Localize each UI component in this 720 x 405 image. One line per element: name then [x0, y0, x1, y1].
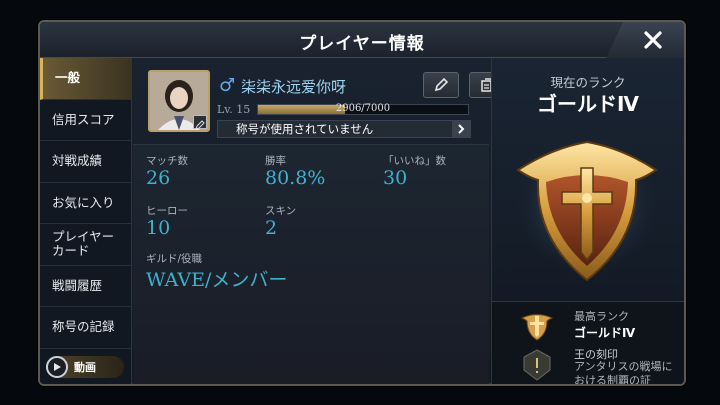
rank-details: 最高ランク ゴールドⅣ 王の刻印 アンタリスの戦場における制覇の証: [492, 301, 684, 386]
close-icon: [644, 31, 662, 49]
likes-value: 30: [383, 167, 408, 189]
sidebar-item-battle-stats[interactable]: 対戦成績: [40, 141, 131, 183]
edit-name-button[interactable]: [423, 72, 459, 98]
match-count-value: 26: [146, 167, 171, 189]
sidebar-item-battle-history[interactable]: 戦闘履歴: [40, 266, 131, 307]
title-bar: プレイヤー情報: [40, 22, 684, 58]
xp-bar: 2906/7000: [257, 103, 469, 115]
rank-panel: 現在のランク ゴールドⅣ 最高ランク ゴールドⅣ 王の刻印 アンタリスの戦場にお…: [491, 58, 684, 386]
skin-label: スキン: [265, 205, 297, 217]
video-button[interactable]: 動画: [46, 356, 124, 378]
winrate-value: 80.8%: [265, 167, 326, 189]
play-icon: [46, 356, 68, 378]
sidebar-item-player-card[interactable]: プレイヤーカード: [40, 224, 131, 266]
title-text: 称号が使用されていません: [236, 122, 374, 136]
seal-description: アンタリスの戦場における制覇の証: [574, 360, 673, 386]
avatar-edit-icon[interactable]: [193, 115, 207, 130]
mini-rank-icon: [520, 314, 554, 341]
sidebar-item-label: 対戦成績: [52, 153, 103, 169]
hero-label: ヒーロー: [146, 205, 188, 217]
sidebar-item-label: 称号の記録: [52, 319, 115, 335]
window-title: プレイヤー情報: [299, 34, 425, 54]
chevron-right-icon: [452, 120, 470, 138]
player-main-panel: ♂ 柒柒永远爱你呀 Lv. 15 2906/7000 称号が使用されていません: [133, 58, 505, 384]
sidebar-item-credit-score[interactable]: 信用スコア: [40, 100, 131, 141]
gold-rank-emblem: [515, 132, 659, 282]
sidebar-item-label: プレイヤーカード: [52, 229, 115, 259]
sidebar-item-title-records[interactable]: 称号の記録: [40, 307, 131, 349]
skin-value: 2: [265, 217, 278, 239]
level-label: Lv. 15: [217, 103, 251, 116]
guild-label: ギルド/役職: [146, 253, 203, 265]
match-count-label: マッチ数: [146, 155, 188, 167]
close-button[interactable]: [606, 22, 684, 58]
gender-icon: ♂: [219, 75, 236, 96]
player-info-window: プレイヤー情報 一般 信用スコア 対戦成績 お気に入り プレイヤーカード 戦闘履…: [38, 20, 686, 386]
likes-label: 「いいね」数: [383, 155, 446, 167]
title-selector[interactable]: 称号が使用されていません: [217, 120, 471, 138]
sidebar-item-label: 戦闘履歴: [52, 277, 103, 293]
video-label: 動画: [74, 361, 96, 374]
avatar[interactable]: [148, 70, 210, 132]
highest-rank-label: 最高ランク: [574, 310, 629, 323]
xp-text: 2906/7000: [335, 103, 391, 114]
stats-panel: マッチ数 26 勝率 80.8% 「いいね」数 30 ヒーロー 10 スキン 2…: [133, 144, 489, 384]
sidebar-item-general[interactable]: 一般: [40, 58, 131, 100]
guild-value: WAVE/メンバー: [146, 269, 288, 291]
current-rank-name: ゴールドⅣ: [537, 92, 639, 116]
sidebar-item-label: お気に入り: [52, 194, 115, 210]
winrate-label: 勝率: [265, 155, 286, 167]
pencil-icon: [434, 77, 449, 92]
hero-value: 10: [146, 217, 171, 239]
seal-icon: [523, 349, 551, 381]
player-name: 柒柒永远爱你呀: [241, 78, 347, 96]
sidebar-item-favorites[interactable]: お気に入り: [40, 183, 131, 224]
sidebar: 一般 信用スコア 対戦成績 お気に入り プレイヤーカード 戦闘履歴 称号の記録 …: [40, 58, 132, 384]
sidebar-item-label: 一般: [55, 70, 81, 86]
sidebar-item-label: 信用スコア: [52, 111, 115, 127]
highest-rank-value: ゴールドⅣ: [574, 326, 636, 340]
